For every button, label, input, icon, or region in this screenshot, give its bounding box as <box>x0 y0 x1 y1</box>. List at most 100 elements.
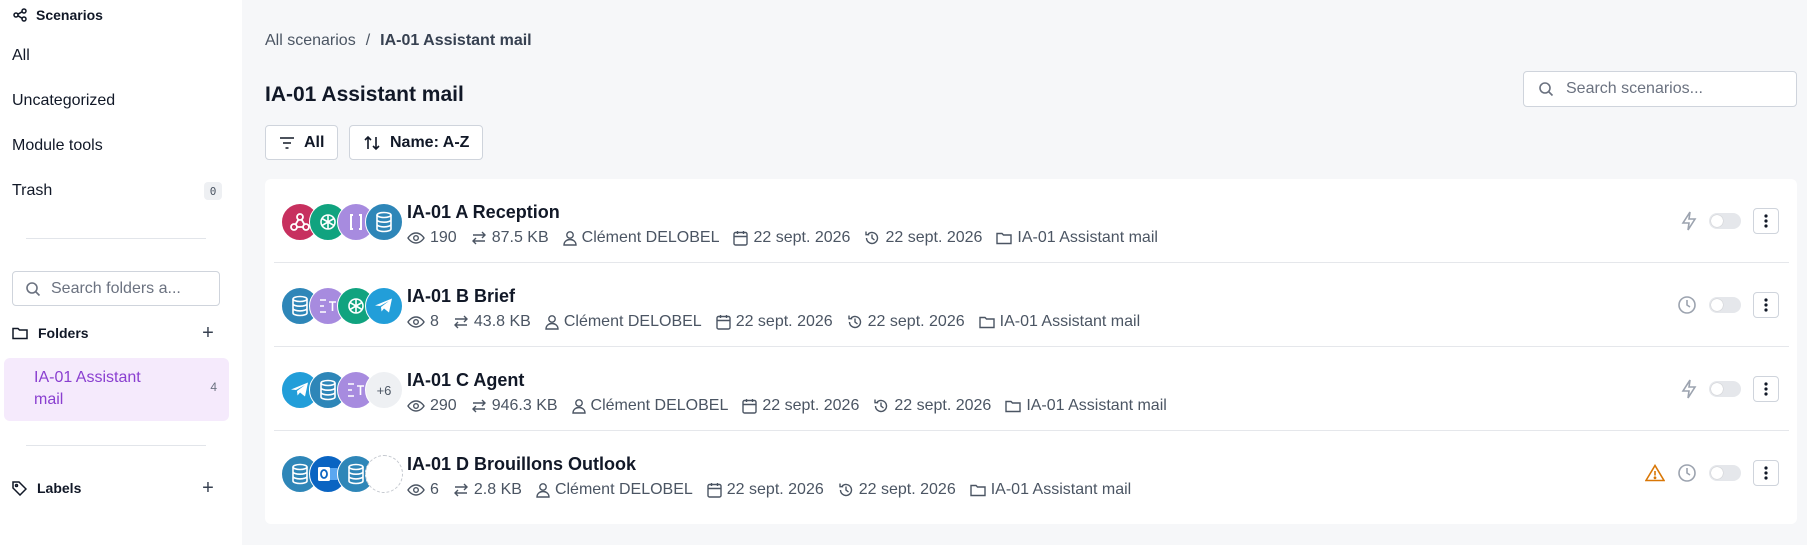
scenario-meta: 190 87.5 KB Clément DELOBEL 22 sept. 202… <box>407 229 1172 247</box>
datastore-icon <box>365 203 403 241</box>
folder-name: IA-01 Assistant mail <box>34 369 141 408</box>
warning-icon[interactable] <box>1645 464 1665 482</box>
scenario-list: IA-01 A Reception 190 87.5 KB Clément DE… <box>265 179 1797 524</box>
eye-icon <box>407 483 425 497</box>
add-label-button[interactable]: + <box>198 478 218 498</box>
updated-stat: 22 sept. 2026 <box>864 229 982 247</box>
owner-stat: Clément DELOBEL <box>536 481 693 499</box>
created-stat: 22 sept. 2026 <box>733 229 850 247</box>
scenario-toggle[interactable] <box>1709 465 1741 481</box>
created-date: 22 sept. 2026 <box>753 229 851 246</box>
eye-icon <box>407 315 425 329</box>
scenario-toggle[interactable] <box>1709 381 1741 397</box>
transfer-stat: 946.3 KB <box>471 397 558 415</box>
transfer-size: 87.5 KB <box>491 229 549 246</box>
folders-header: Folders <box>12 325 89 341</box>
more-options-button[interactable] <box>1753 376 1779 402</box>
sidebar-item-all[interactable]: All <box>12 47 30 65</box>
sidebar-title: Scenarios <box>13 7 103 23</box>
views-count: 290 <box>430 397 457 414</box>
scenario-toggle[interactable] <box>1709 213 1741 229</box>
labels-header: Labels <box>12 480 81 496</box>
labels-label: Labels <box>37 480 82 496</box>
search-icon <box>25 281 41 297</box>
scenario-search-input[interactable] <box>1566 80 1786 98</box>
scenario-name[interactable]: IA-01 A Reception <box>407 202 560 223</box>
scenarios-icon <box>13 8 27 22</box>
main-content: All scenarios / IA-01 Assistant mail IA-… <box>242 0 1807 545</box>
instant-bolt-icon <box>1681 211 1697 231</box>
filter-label: All <box>304 133 325 151</box>
more-options-button[interactable] <box>1753 460 1779 486</box>
folder-icon <box>970 483 986 497</box>
history-icon <box>838 482 854 498</box>
scenario-row[interactable]: IA-01 D Brouillons Outlook 6 2.8 KB Clém… <box>274 431 1789 515</box>
scenario-row[interactable]: IA-01 B Brief 8 43.8 KB Clément DELOBEL … <box>274 263 1789 347</box>
folder-search-field[interactable] <box>12 271 220 306</box>
more-options-button[interactable] <box>1753 292 1779 318</box>
app-icons <box>281 455 411 495</box>
scenario-row[interactable]: +6 IA-01 C Agent 290 946.3 KB Clément DE… <box>274 347 1789 431</box>
breadcrumb-separator: / <box>365 32 371 49</box>
folder-count: 4 <box>210 380 217 394</box>
sidebar-divider <box>26 238 206 239</box>
eye-icon <box>407 231 425 245</box>
more-apps-badge: +6 <box>365 371 403 409</box>
sort-button[interactable]: Name: A-Z <box>349 125 484 160</box>
scenario-name[interactable]: IA-01 C Agent <box>407 370 524 391</box>
calendar-icon <box>742 398 758 414</box>
filter-button[interactable]: All <box>265 125 339 160</box>
updated-stat: 22 sept. 2026 <box>838 481 956 499</box>
transfer-size: 43.8 KB <box>473 313 531 330</box>
created-date: 22 sept. 2026 <box>735 313 833 330</box>
more-options-button[interactable] <box>1753 208 1779 234</box>
views-stat: 6 <box>407 481 439 499</box>
folder-stat: IA-01 Assistant mail <box>996 229 1158 247</box>
owner-stat: Clément DELOBEL <box>571 397 728 415</box>
scenario-toggle[interactable] <box>1709 297 1741 313</box>
sidebar-item-uncategorized[interactable]: Uncategorized <box>12 92 115 110</box>
scenario-row[interactable]: IA-01 A Reception 190 87.5 KB Clément DE… <box>274 179 1789 263</box>
scenario-name[interactable]: IA-01 B Brief <box>407 286 515 307</box>
sidebar-folder-ia-01-assistant-mail[interactable]: IA-01 Assistant mail 4 <box>4 358 229 421</box>
search-icon <box>1538 81 1554 97</box>
row-actions <box>1681 376 1779 402</box>
folder-stat: IA-01 Assistant mail <box>978 313 1141 331</box>
folder-name: IA-01 Assistant mail <box>999 313 1141 330</box>
calendar-icon <box>715 314 731 330</box>
transfer-size: 946.3 KB <box>491 397 558 414</box>
owner-name: Clément DELOBEL <box>581 229 720 246</box>
folders-label: Folders <box>38 325 89 341</box>
history-icon <box>847 314 863 330</box>
schedule-clock-icon <box>1677 295 1697 315</box>
sidebar-item-trash[interactable]: Trash <box>12 182 52 200</box>
folder-search-input[interactable] <box>51 279 211 298</box>
transfer-size: 2.8 KB <box>473 481 522 498</box>
transfer-arrows-icon <box>453 314 469 330</box>
owner-stat: Clément DELOBEL <box>562 229 720 247</box>
folder-name: IA-01 Assistant mail <box>1026 397 1167 414</box>
breadcrumb-root[interactable]: All scenarios <box>265 32 356 50</box>
user-icon <box>536 482 550 498</box>
sidebar-item-module-tools[interactable]: Module tools <box>12 137 103 155</box>
user-icon <box>571 398 586 414</box>
page-title: IA-01 Assistant mail <box>265 83 464 106</box>
telegram-icon <box>365 287 403 325</box>
created-stat: 22 sept. 2026 <box>707 481 824 499</box>
owner-stat: Clément DELOBEL <box>545 313 702 331</box>
folder-name: IA-01 Assistant mail <box>1017 229 1158 246</box>
sidebar-title-label: Scenarios <box>36 7 103 23</box>
sort-icon <box>363 134 381 152</box>
views-stat: 8 <box>407 313 439 331</box>
eye-icon <box>407 399 425 413</box>
scenario-name[interactable]: IA-01 D Brouillons Outlook <box>407 454 636 475</box>
folder-icon <box>978 315 995 329</box>
kebab-icon <box>1764 466 1768 480</box>
scenario-search-field[interactable] <box>1523 71 1797 107</box>
folder-stat: IA-01 Assistant mail <box>1005 397 1167 415</box>
transfer-arrows-icon <box>453 482 469 498</box>
add-folder-button[interactable]: + <box>198 323 218 343</box>
trash-count-badge: 0 <box>204 182 222 200</box>
sidebar-divider <box>26 445 206 446</box>
owner-name: Clément DELOBEL <box>563 313 702 330</box>
